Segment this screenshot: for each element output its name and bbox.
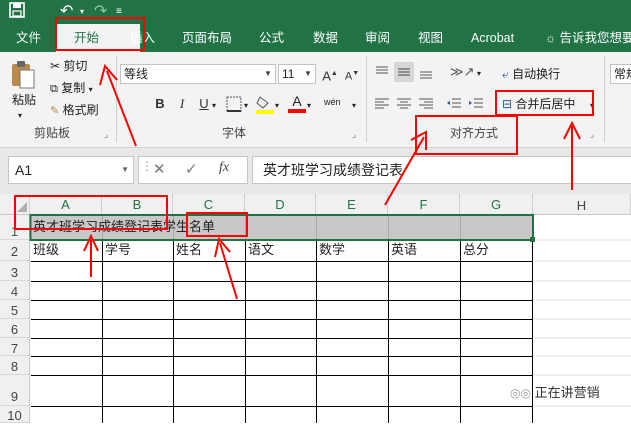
font-group-label: 字体 bbox=[222, 126, 247, 140]
phonetic-guide-button[interactable]: wén bbox=[324, 94, 341, 110]
formula-options-icon[interactable]: ⋮ bbox=[141, 159, 153, 173]
chevron-down-icon: ▼ bbox=[264, 69, 272, 78]
annotation-box-home-tab bbox=[55, 17, 145, 51]
annotation-box-alignment-group bbox=[415, 115, 518, 155]
header-student-id[interactable]: 学号 bbox=[102, 239, 131, 261]
cut-label: 剪切 bbox=[63, 59, 88, 73]
wrap-text-icon: ⤶ bbox=[502, 67, 509, 81]
annotation-box-merge-center bbox=[495, 90, 594, 116]
underline-dropdown-icon[interactable]: ▾ bbox=[212, 98, 216, 114]
name-box-value: A1 bbox=[15, 162, 33, 178]
align-center-icon[interactable] bbox=[396, 96, 412, 115]
tab-file[interactable]: 文件 bbox=[16, 24, 41, 52]
copy-button[interactable]: ⧉ 复制 ▾ bbox=[50, 80, 93, 98]
chevron-down-icon: ▼ bbox=[304, 69, 312, 78]
annotation-box-columns-ab bbox=[14, 195, 168, 230]
align-left-icon[interactable] bbox=[374, 96, 390, 115]
tab-acrobat[interactable]: Acrobat bbox=[471, 24, 514, 52]
separator bbox=[116, 56, 117, 142]
wechat-watermark: ◎◎ 正在讲营销 bbox=[510, 382, 600, 401]
font-color-letter: A bbox=[292, 93, 302, 109]
header-english[interactable]: 英语 bbox=[388, 239, 417, 261]
wechat-icon: ◎◎ bbox=[510, 386, 531, 400]
formula-bar: A1 ▼ ⋮ ✕ ✓ fx 英才班学习成绩登记表 bbox=[0, 148, 631, 194]
paste-icon[interactable] bbox=[10, 60, 36, 93]
annotation-box-title-end bbox=[186, 212, 248, 237]
fill-color-icon[interactable] bbox=[256, 94, 274, 117]
separator bbox=[604, 56, 605, 142]
copy-icon: ⧉ bbox=[50, 83, 58, 95]
header-class[interactable]: 班级 bbox=[30, 239, 59, 261]
copy-label: 复制 bbox=[61, 81, 86, 95]
header-name[interactable]: 姓名 bbox=[173, 239, 202, 261]
brush-icon: ✎ bbox=[50, 105, 60, 117]
paste-dropdown-icon[interactable]: ▾ bbox=[18, 108, 22, 124]
borders-dropdown-icon[interactable]: ▾ bbox=[244, 98, 248, 114]
underline-button[interactable]: U bbox=[194, 94, 214, 114]
tab-formulas[interactable]: 公式 bbox=[259, 24, 284, 52]
font-launcher-icon[interactable]: ⌟ bbox=[352, 126, 356, 142]
orientation-dropdown-icon[interactable]: ▾ bbox=[477, 66, 481, 82]
number-format-value: 常规 bbox=[614, 67, 631, 81]
tab-view[interactable]: 视图 bbox=[418, 24, 443, 52]
formula-buttons: ⋮ ✕ ✓ fx bbox=[138, 156, 248, 184]
tab-page-layout[interactable]: 页面布局 bbox=[182, 24, 232, 52]
wrap-text-button[interactable]: ⤶ 自动换行 bbox=[502, 66, 560, 82]
decrease-indent-icon[interactable] bbox=[446, 96, 462, 115]
wrap-text-label: 自动换行 bbox=[512, 67, 561, 81]
header-total[interactable]: 总分 bbox=[460, 239, 489, 261]
tab-review[interactable]: 审阅 bbox=[365, 24, 390, 52]
separator bbox=[366, 56, 367, 142]
tell-me-search[interactable]: ☼ 告诉我您想要 bbox=[545, 24, 631, 52]
align-right-icon[interactable] bbox=[418, 96, 434, 115]
format-painter-label: 格式刷 bbox=[62, 103, 99, 117]
italic-button[interactable]: I bbox=[172, 94, 192, 114]
decrease-font-icon[interactable]: A▼ bbox=[342, 64, 362, 84]
header-math[interactable]: 数学 bbox=[316, 239, 345, 261]
alignment-launcher-icon[interactable]: ⌟ bbox=[590, 126, 594, 142]
borders-icon[interactable] bbox=[226, 96, 242, 115]
save-icon[interactable] bbox=[8, 1, 26, 24]
increase-indent-icon[interactable] bbox=[468, 96, 484, 115]
font-size-select[interactable]: 11 ▼ bbox=[278, 64, 316, 84]
lightbulb-icon: ☼ bbox=[545, 31, 556, 45]
font-size-value: 11 bbox=[282, 67, 295, 81]
font-color-swatch bbox=[288, 109, 306, 113]
font-color-dropdown-icon[interactable]: ▾ bbox=[307, 98, 311, 114]
phonetic-dropdown-icon[interactable]: ▾ bbox=[352, 98, 356, 114]
font-name-value: 等线 bbox=[124, 67, 149, 81]
tab-data[interactable]: 数据 bbox=[313, 24, 338, 52]
align-middle-icon[interactable] bbox=[394, 62, 414, 82]
header-chinese[interactable]: 语文 bbox=[245, 239, 274, 261]
tell-me-label: 告诉我您想要 bbox=[559, 31, 631, 45]
clipboard-group-label: 剪贴板 bbox=[34, 126, 71, 140]
insert-function-icon[interactable]: fx bbox=[219, 160, 229, 176]
cut-button[interactable]: ✂ 剪切 bbox=[50, 58, 87, 74]
orientation-icon[interactable]: ≫↗ bbox=[450, 64, 475, 80]
watermark-text: 正在讲营销 bbox=[534, 385, 600, 400]
number-format-select[interactable]: 常规 bbox=[610, 64, 631, 84]
align-top-icon[interactable] bbox=[374, 64, 390, 83]
chevron-down-icon[interactable]: ▼ bbox=[121, 157, 129, 183]
cancel-icon[interactable]: ✕ bbox=[153, 160, 166, 178]
copy-dropdown-icon[interactable]: ▾ bbox=[89, 85, 93, 94]
fill-color-dropdown-icon[interactable]: ▾ bbox=[275, 98, 279, 114]
formula-input[interactable]: 英才班学习成绩登记表 bbox=[252, 156, 631, 184]
bold-button[interactable]: B bbox=[150, 94, 170, 114]
name-box[interactable]: A1 ▼ bbox=[8, 156, 134, 184]
format-painter-button[interactable]: ✎ 格式刷 bbox=[50, 102, 99, 119]
paste-button[interactable]: 粘贴 bbox=[12, 92, 36, 108]
scissors-icon: ✂ bbox=[50, 59, 61, 73]
font-name-select[interactable]: 等线 ▼ bbox=[120, 64, 276, 84]
increase-font-icon[interactable]: A▲ bbox=[320, 64, 340, 84]
align-bottom-icon[interactable] bbox=[418, 64, 434, 83]
confirm-icon[interactable]: ✓ bbox=[185, 160, 198, 178]
font-color-icon[interactable]: A bbox=[288, 94, 306, 113]
clipboard-launcher-icon[interactable]: ⌟ bbox=[104, 126, 108, 142]
